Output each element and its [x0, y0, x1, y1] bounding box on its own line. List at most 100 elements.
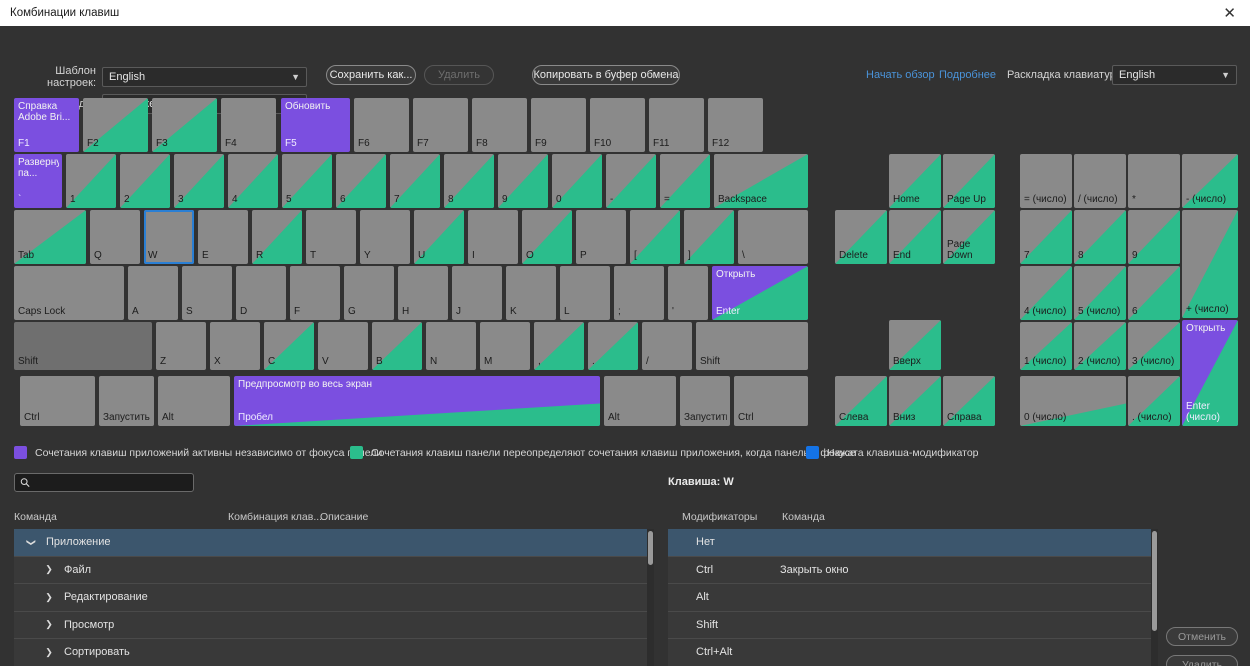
scrollbar-vertical[interactable]	[647, 529, 654, 666]
key-2[interactable]: 2 (число)	[1074, 322, 1126, 370]
commands-tree[interactable]: ❯ Приложение ❯ Файл ❯ Редактирование ❯ Просмотр…	[14, 529, 654, 666]
table-row[interactable]: Alt	[668, 584, 1158, 612]
undo-button[interactable]: Отменить	[1166, 627, 1238, 646]
scrollbar-vertical[interactable]	[1151, 529, 1158, 666]
key-[interactable]: Справа	[943, 376, 995, 426]
chevron-right-icon[interactable]: ❯	[42, 647, 56, 658]
left-col-description[interactable]: Описание	[320, 511, 368, 523]
right-col-command[interactable]: Команда	[782, 511, 825, 523]
key-q[interactable]: Q	[90, 210, 140, 264]
key-n[interactable]: N	[426, 322, 476, 370]
key-shift[interactable]: Shift	[696, 322, 808, 370]
key-k[interactable]: K	[506, 266, 556, 320]
key-9[interactable]: 9	[1128, 210, 1180, 264]
key-4[interactable]: 4 (число)	[1020, 266, 1072, 320]
modifiers-table[interactable]: Нет Ctrl Закрыть окно Alt Shift Ctrl+Alt	[668, 529, 1158, 666]
key-f5[interactable]: Обновить F5	[281, 98, 350, 152]
save-as-button[interactable]: Сохранить как...	[326, 65, 416, 85]
key-[interactable]: Запустить	[680, 376, 730, 426]
key-end[interactable]: End	[889, 210, 941, 264]
key-[interactable]: Слева	[835, 376, 887, 426]
key-5[interactable]: 5 (число)	[1074, 266, 1126, 320]
key-f10[interactable]: F10	[590, 98, 645, 152]
table-row[interactable]: ❯ Просмотр	[14, 612, 654, 639]
key-0[interactable]: 0 (число)	[1020, 376, 1126, 426]
table-row[interactable]: Shift	[668, 612, 1158, 639]
key-f7[interactable]: F7	[413, 98, 468, 152]
key-[interactable]: Предпросмотр во весь экран Пробел	[234, 376, 600, 426]
key-1[interactable]: 1	[66, 154, 116, 208]
key-3[interactable]: 3	[174, 154, 224, 208]
key-ctrl[interactable]: Ctrl	[734, 376, 808, 426]
key-1[interactable]: 1 (число)	[1020, 322, 1072, 370]
table-row[interactable]: Ctrl Закрыть окно	[668, 557, 1158, 584]
search-box[interactable]	[14, 473, 194, 492]
key-8[interactable]: 8	[444, 154, 494, 208]
chevron-right-icon[interactable]: ❯	[42, 564, 56, 575]
key-page-down[interactable]: Page Down	[943, 210, 995, 264]
key-ctrl[interactable]: Ctrl	[20, 376, 95, 426]
key-f12[interactable]: F12	[708, 98, 763, 152]
key-enter[interactable]: Открыть Enter (число)	[1182, 320, 1238, 426]
key-7[interactable]: 7	[1020, 210, 1072, 264]
key-[interactable]: ;	[614, 266, 664, 320]
key-r[interactable]: R	[252, 210, 302, 264]
key-j[interactable]: J	[452, 266, 502, 320]
left-col-command[interactable]: Команда	[14, 511, 57, 523]
table-row[interactable]: Ctrl+Alt	[668, 639, 1158, 666]
key-alt[interactable]: Alt	[604, 376, 676, 426]
key-o[interactable]: O	[522, 210, 572, 264]
key-f6[interactable]: F6	[354, 98, 409, 152]
key-f[interactable]: F	[290, 266, 340, 320]
key-[interactable]: ]	[684, 210, 734, 264]
key-[interactable]: - (число)	[1182, 154, 1238, 208]
key-p[interactable]: P	[576, 210, 626, 264]
key-2[interactable]: 2	[120, 154, 170, 208]
key-[interactable]: =	[660, 154, 710, 208]
key-[interactable]: Развернуть па... `	[14, 154, 62, 208]
key-4[interactable]: 4	[228, 154, 278, 208]
start-overview-link[interactable]: Начать обзор	[866, 69, 935, 81]
key-g[interactable]: G	[344, 266, 394, 320]
key-l[interactable]: L	[560, 266, 610, 320]
key-f2[interactable]: F2	[83, 98, 148, 152]
table-row[interactable]: ❯ Файл	[14, 557, 654, 584]
chevron-down-icon[interactable]: ❯	[26, 535, 37, 549]
key-tab[interactable]: Tab	[14, 210, 86, 264]
key-backspace[interactable]: Backspace	[714, 154, 808, 208]
key-[interactable]: /	[642, 322, 692, 370]
search-input[interactable]	[34, 476, 188, 489]
key-x[interactable]: X	[210, 322, 260, 370]
more-link[interactable]: Подробнее	[939, 69, 996, 81]
key-6[interactable]: 6	[336, 154, 386, 208]
key-[interactable]: Вверх	[889, 320, 941, 370]
key-[interactable]: \	[738, 210, 808, 264]
key-b[interactable]: B	[372, 322, 422, 370]
key-f11[interactable]: F11	[649, 98, 704, 152]
key-6[interactable]: 6	[1128, 266, 1180, 320]
key-home[interactable]: Home	[889, 154, 941, 208]
key-[interactable]: Вниз	[889, 376, 941, 426]
key-shift[interactable]: Shift	[14, 322, 152, 370]
key-delete[interactable]: Delete	[835, 210, 887, 264]
chevron-right-icon[interactable]: ❯	[42, 619, 56, 630]
key-f8[interactable]: F8	[472, 98, 527, 152]
key-i[interactable]: I	[468, 210, 518, 264]
copy-clipboard-button[interactable]: Копировать в буфер обмена	[532, 65, 680, 85]
key-enter[interactable]: Открыть Enter	[712, 266, 808, 320]
key-e[interactable]: E	[198, 210, 248, 264]
key-[interactable]: [	[630, 210, 680, 264]
left-col-shortcut[interactable]: Комбинация клав...	[228, 511, 322, 523]
key-[interactable]: '	[668, 266, 708, 320]
key-[interactable]: .	[588, 322, 638, 370]
key-caps-lock[interactable]: Caps Lock	[14, 266, 124, 320]
chevron-right-icon[interactable]: ❯	[42, 592, 56, 603]
key-[interactable]: . (число)	[1128, 376, 1180, 426]
key-d[interactable]: D	[236, 266, 286, 320]
key-c[interactable]: C	[264, 322, 314, 370]
table-row[interactable]: ❯ Редактирование	[14, 584, 654, 612]
table-row[interactable]: ❯ Приложение	[14, 529, 654, 557]
key-t[interactable]: T	[306, 210, 356, 264]
key-f1[interactable]: Справка Adobe Bri... F1	[14, 98, 79, 152]
key-s[interactable]: S	[182, 266, 232, 320]
